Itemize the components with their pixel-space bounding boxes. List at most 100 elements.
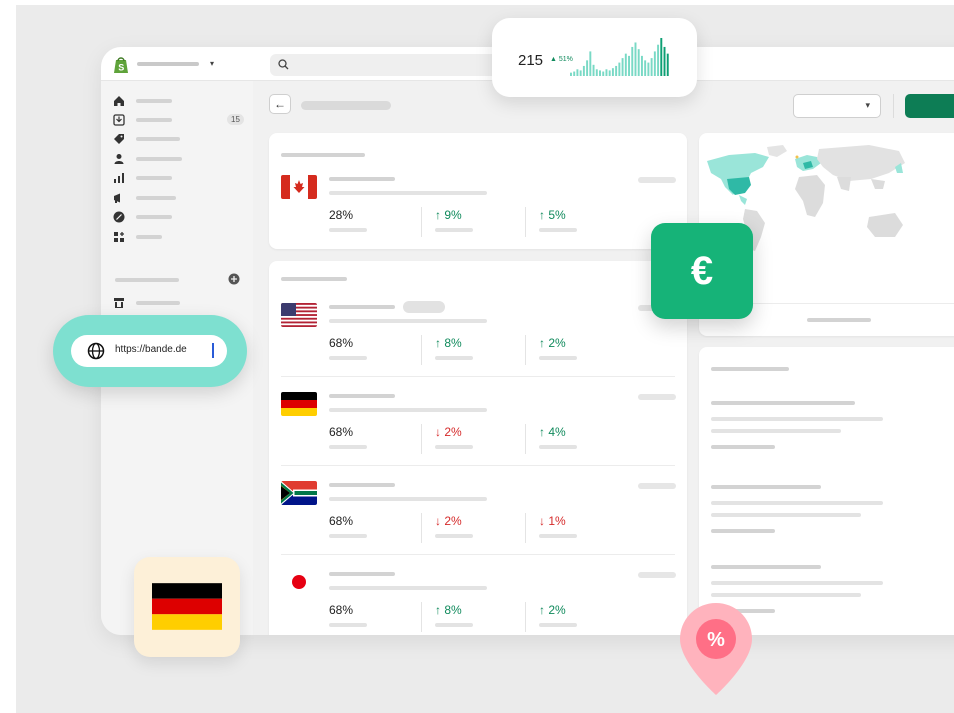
market-share-value: 68% [329,603,354,617]
search-icon [278,59,289,70]
date-range-select[interactable]: ▾ [793,94,881,118]
shopify-bag-icon[interactable]: S [113,56,129,74]
list-item[interactable]: 68% ↓ 2% ↓ 1% [269,477,687,555]
sidebar-item-online-store[interactable] [113,297,243,311]
globe-icon [87,342,105,360]
list-item[interactable]: 68% ↓ 2% ↑ 4% [269,388,687,466]
sparkline-bar [657,44,660,76]
germany-flag [152,583,222,630]
market-share-value: 68% [329,514,354,528]
home-icon [114,96,124,106]
card-heading-placeholder [281,277,347,281]
store-name-placeholder[interactable] [137,62,199,66]
sparkline-bar [602,71,605,76]
japan-flag [281,570,317,594]
sparkline-bar [570,72,572,76]
sparkline-bar [573,71,576,76]
canada-flag [281,175,317,199]
sparkline-bar [666,53,669,76]
sidebar-item-apps[interactable] [113,231,243,245]
sidebar-item-marketing[interactable] [113,192,243,206]
apps-icon [114,232,124,242]
sparkline-bar [605,69,608,76]
market-metric-change: ↑ 2% [539,603,566,617]
sparkline-bar [640,55,643,76]
sidebar-item-orders[interactable] [113,114,243,128]
list-item[interactable]: 68% ↑ 8% ↑ 2% [269,299,687,377]
market-metric-change: ↑ 5% [539,208,566,222]
market-metric-change: ↓ 2% [435,425,462,439]
market-metric-change: ↓ 2% [435,514,462,528]
list-item[interactable]: 68% ↑ 8% ↑ 2% [269,566,687,635]
sidebar-item-discounts[interactable] [113,211,243,225]
germany-flag [281,392,317,416]
sparkline-bar [608,70,611,76]
store-icon [114,298,124,308]
orders-count-badge: 15 [227,114,244,125]
germany-flag-tile [134,557,240,657]
euro-currency-icon: € [651,223,753,319]
sparkline-bar [663,46,666,76]
marketing-stage: S ▾ 15 ← ▾ 28% ↑ 9% ↑ 5% 68% ↑ 8% ↑ 2% 6… [16,5,954,713]
market-metric-change: ↓ 1% [539,514,566,528]
sales-sparkline-bubble: 215 ▲ 51% [492,18,697,97]
sparkline-bar [634,42,637,76]
sparkline-bar [624,53,627,76]
person-icon [114,154,124,164]
domain-pill: https://bande.de [53,315,247,387]
plus-circle-icon[interactable] [228,273,240,285]
sparkline-bar [576,69,579,76]
sparkline-bar [595,69,598,76]
sparkline-bar [582,65,585,76]
south-africa-flag [281,481,317,505]
tag-icon [114,134,124,144]
list-item[interactable]: 28% ↑ 9% ↑ 5% [269,171,687,241]
sparkline-bar [628,55,630,76]
sparkline-bar [644,60,647,76]
sparkline-bar [631,46,634,76]
market-list-card: 68% ↑ 8% ↑ 2% 68% ↓ 2% ↑ 4% 68% ↓ 2% ↓ 1… [269,261,687,635]
discount-symbol: % [707,629,725,651]
analytics-icon [114,173,124,183]
domain-value: https://bande.de [115,344,187,355]
sales-channels-heading [115,278,179,282]
sales-sparkline-chart [570,38,669,76]
sparkline-bar [637,49,640,76]
sparkline-bar [589,51,592,76]
market-metric-change: ↑ 4% [539,425,566,439]
store-chevron-down-icon[interactable]: ▾ [210,59,214,68]
discount-pin-icon: % [680,603,752,695]
sparkline-bar [618,62,621,76]
sales-total-value: 215 [518,52,544,69]
details-card [699,347,954,635]
primary-action-button[interactable] [905,94,954,118]
market-card-primary: 28% ↑ 9% ↑ 5% [269,133,687,249]
svg-text:S: S [118,63,124,73]
sidebar-item-analytics[interactable] [113,172,243,186]
sidebar-item-customers[interactable] [113,153,243,167]
sparkline-bar [592,64,595,76]
domain-input[interactable]: https://bande.de [71,335,227,367]
sparkline-bar [650,58,653,76]
market-metric-change: ↑ 9% [435,208,462,222]
back-arrow-button[interactable]: ← [269,94,291,114]
main-content: ← ▾ 28% ↑ 9% ↑ 5% 68% ↑ 8% ↑ 2% 68% ↓ 2%… [253,81,954,635]
sparkline-bar [647,62,650,76]
toolbar-divider [893,94,894,118]
chevron-down-icon: ▾ [865,100,870,110]
sparkline-bar [653,51,656,76]
market-metric-change: ↑ 8% [435,603,462,617]
megaphone-icon [114,193,120,203]
us-flag [281,303,317,327]
text-cursor [212,343,214,358]
sparkline-bar [611,68,614,76]
sparkline-bar [599,70,601,76]
market-metric-change: ↑ 8% [435,336,462,350]
sidebar-item-home[interactable] [113,95,243,109]
sparkline-bar [615,65,618,76]
sparkline-bar [660,38,663,76]
page-title-placeholder [301,101,391,110]
sparkline-bar [586,60,589,76]
sidebar-item-products[interactable] [113,133,243,147]
market-share-value: 28% [329,208,354,222]
